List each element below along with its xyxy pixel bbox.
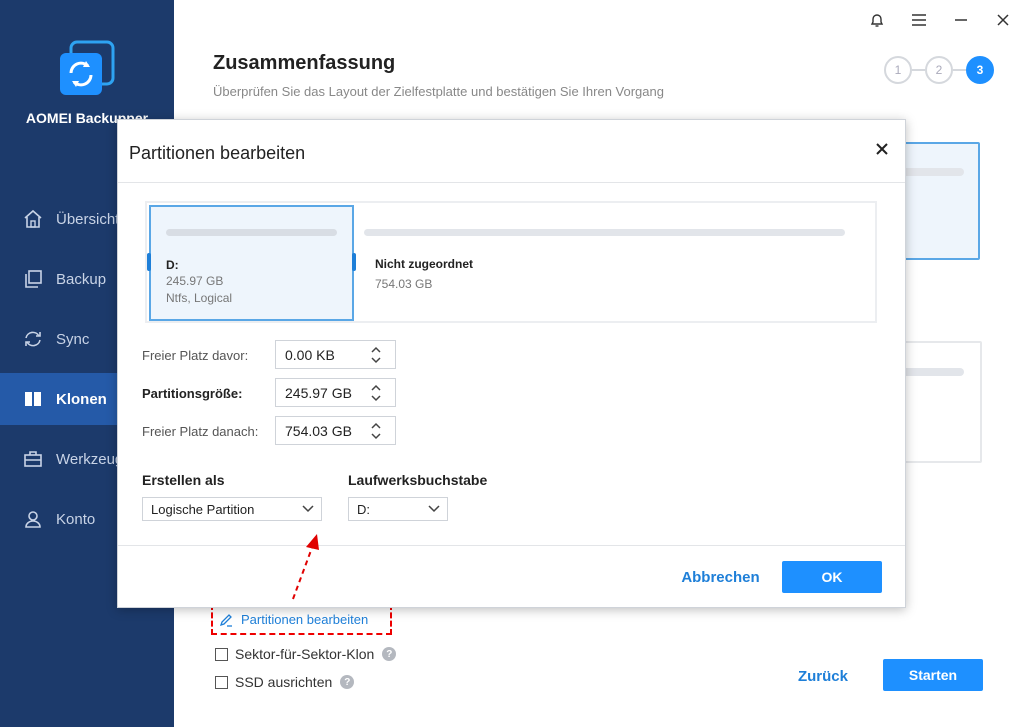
partition-size-label: Partitionsgröße: [142, 386, 243, 401]
free-before-stepper[interactable]: 0.00 KB [275, 340, 396, 369]
resize-handle-left[interactable] [147, 253, 151, 271]
page-subtitle: Überprüfen Sie das Layout der Zielfestpl… [213, 84, 664, 99]
partition-size-stepper[interactable]: 245.97 GB [275, 378, 396, 407]
drive-letter-value: D: [357, 501, 370, 517]
step-2: 2 [925, 56, 953, 84]
back-button[interactable]: Zurück [783, 660, 863, 692]
stepper-arrows-icon[interactable] [371, 383, 381, 403]
page-title: Zusammenfassung [213, 52, 396, 74]
create-as-label: Erstellen als [142, 472, 225, 488]
edit-partitions-dialog: Partitionen bearbeiten D: 245.97 GB Ntfs… [117, 119, 906, 608]
partition-d[interactable]: D: 245.97 GB Ntfs, Logical [147, 205, 356, 321]
partition-fs: Ntfs, Logical [166, 291, 233, 305]
drive-letter-select[interactable]: D: [348, 497, 448, 521]
sidebar-item-label: Sync [56, 330, 90, 348]
help-icon[interactable]: ? [340, 675, 355, 689]
user-icon [22, 508, 44, 530]
ssd-align-option[interactable]: SSD ausrichten ? [215, 674, 355, 690]
partition-name: D: [166, 258, 179, 272]
sector-clone-option[interactable]: Sektor-für-Sektor-Klon ? [215, 646, 397, 662]
help-icon[interactable]: ? [382, 647, 397, 661]
free-before-value: 0.00 KB [285, 346, 335, 363]
resize-handle-right[interactable] [352, 253, 356, 271]
step-3: 3 [966, 56, 994, 84]
cancel-button[interactable]: Abbrechen [678, 561, 763, 593]
toolbox-icon [22, 448, 44, 470]
stepper-arrows-icon[interactable] [371, 421, 381, 441]
chevron-down-icon [302, 505, 314, 513]
home-icon [22, 208, 44, 230]
free-after-stepper[interactable]: 754.03 GB [275, 416, 396, 445]
free-before-label: Freier Platz davor: [142, 348, 249, 363]
partition-size: 754.03 GB [375, 277, 433, 291]
sector-clone-label: Sektor-für-Sektor-Klon [235, 646, 375, 662]
edit-partitions-label: Partitionen bearbeiten [241, 612, 369, 627]
clone-icon [22, 388, 44, 410]
dialog-title: Partitionen bearbeiten [129, 143, 306, 163]
partition-name: Nicht zugeordnet [375, 257, 473, 271]
stepper-arrows-icon[interactable] [371, 345, 381, 365]
partition-size-value: 245.97 GB [285, 384, 352, 401]
close-window-icon[interactable] [982, 8, 1024, 32]
minimize-icon[interactable] [940, 8, 982, 32]
step-indicator: 1 2 3 [884, 56, 994, 84]
bell-icon[interactable] [856, 8, 898, 32]
ssd-align-checkbox[interactable] [215, 675, 228, 689]
free-after-value: 754.03 GB [285, 422, 352, 439]
sidebar-item-label: Backup [56, 270, 107, 288]
ok-button[interactable]: OK [782, 561, 882, 593]
sidebar-item-label: Konto [56, 510, 96, 528]
sync-icon [22, 328, 44, 350]
sector-clone-checkbox[interactable] [215, 647, 228, 661]
free-after-label: Freier Platz danach: [142, 424, 259, 439]
partition-unallocated[interactable]: Nicht zugeordnet 754.03 GB [360, 205, 875, 321]
create-as-value: Logische Partition [151, 501, 255, 517]
sidebar-item-label: Klonen [56, 390, 107, 408]
menu-icon[interactable] [898, 8, 940, 32]
ssd-align-label: SSD ausrichten [235, 674, 333, 690]
close-icon[interactable] [873, 140, 891, 158]
copy-icon [22, 268, 44, 290]
drive-letter-label: Laufwerksbuchstabe [348, 472, 488, 488]
disk-layout: D: 245.97 GB Ntfs, Logical Nicht zugeord… [145, 201, 877, 323]
window-controls [856, 8, 1024, 32]
start-button[interactable]: Starten [883, 659, 983, 691]
chevron-down-icon [428, 505, 440, 513]
pencil-icon [219, 613, 233, 627]
edit-partitions-link[interactable]: Partitionen bearbeiten [211, 604, 392, 635]
sidebar-item-label: Übersicht [56, 210, 120, 228]
create-as-select[interactable]: Logische Partition [142, 497, 322, 521]
partition-size: 245.97 GB [166, 274, 224, 288]
app-logo-icon [57, 40, 117, 100]
step-1: 1 [884, 56, 912, 84]
